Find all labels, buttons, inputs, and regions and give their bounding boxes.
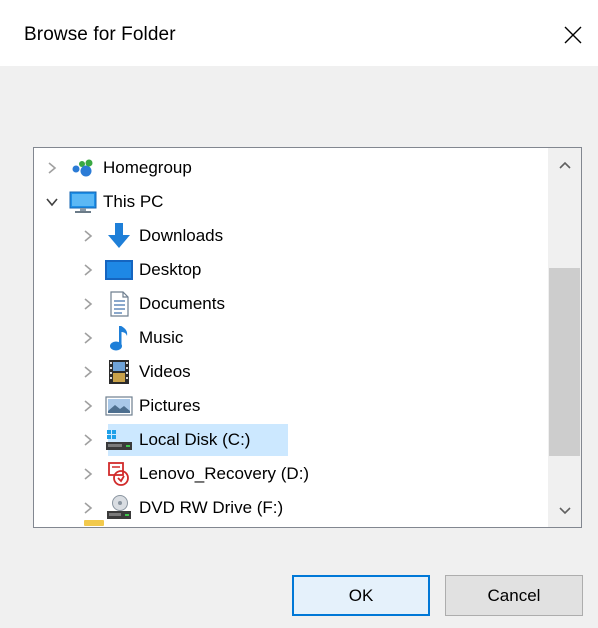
tree-item-label: This PC — [103, 192, 164, 211]
tree-item-downloads[interactable]: Downloads — [78, 220, 223, 252]
expand-arrow-icon[interactable] — [78, 362, 98, 382]
this-pc-icon — [68, 188, 98, 216]
tree-item-label: Lenovo_Recovery (D:) — [139, 464, 310, 483]
downloads-icon — [104, 222, 134, 250]
ok-button[interactable]: OK — [292, 575, 430, 616]
tree-item-music[interactable]: Music — [78, 322, 183, 354]
tree-item-desktop[interactable]: Desktop — [78, 254, 201, 286]
tree-item-dvd-rw-drive-f[interactable]: DVD RW Drive (F:) — [78, 492, 283, 524]
tree-item-local-disk-c[interactable]: Local Disk (C:) — [78, 424, 288, 456]
close-button[interactable] — [548, 10, 598, 60]
instruction-text — [34, 100, 564, 120]
vertical-scrollbar[interactable] — [548, 148, 581, 527]
tree-item-label: Desktop — [139, 260, 202, 279]
recovery-drive-icon — [104, 460, 134, 488]
tree-item-homegroup[interactable]: Homegroup — [42, 152, 192, 184]
desktop-icon — [104, 256, 134, 284]
tree-item-label: Pictures — [139, 396, 201, 415]
music-icon — [104, 324, 134, 352]
expand-arrow-icon[interactable] — [78, 260, 98, 280]
tree-item-label: Homegroup — [103, 158, 192, 177]
expand-arrow-icon[interactable] — [78, 396, 98, 416]
tree-item-videos[interactable]: Videos — [78, 356, 191, 388]
tree-item-label: Music — [139, 328, 184, 347]
tree-item-this-pc[interactable]: This PC — [42, 186, 163, 218]
expand-arrow-icon[interactable] — [78, 430, 98, 450]
tree-item-label: Downloads — [139, 226, 224, 245]
videos-icon — [104, 358, 134, 386]
chevron-up-icon — [558, 161, 571, 169]
tree-item-lenovo-recovery-d[interactable]: Lenovo_Recovery (D:) — [78, 458, 309, 490]
documents-icon — [104, 290, 134, 318]
tree-item-documents[interactable]: Documents — [78, 288, 225, 320]
expand-arrow-icon[interactable] — [78, 498, 98, 518]
homegroup-icon — [68, 154, 98, 182]
tree-item-label: DVD RW Drive (F:) — [139, 498, 284, 517]
local-disk-icon — [104, 426, 134, 454]
tree-item-label: Videos — [139, 362, 191, 381]
expand-arrow-icon[interactable] — [78, 294, 98, 314]
expand-arrow-icon[interactable] — [78, 328, 98, 348]
expand-arrow-icon[interactable] — [78, 226, 98, 246]
title-bar: Browse for Folder — [0, 0, 598, 66]
collapse-arrow-icon[interactable] — [42, 192, 62, 212]
tree-item-pictures[interactable]: Pictures — [78, 390, 200, 422]
scroll-down-button[interactable] — [548, 494, 581, 527]
dvd-drive-icon — [104, 494, 134, 522]
tree-item-label: Documents — [139, 294, 225, 313]
pictures-icon — [104, 392, 134, 420]
cancel-button[interactable]: Cancel — [445, 575, 583, 616]
scroll-up-button[interactable] — [548, 148, 581, 181]
scrollbar-thumb[interactable] — [549, 268, 580, 456]
folder-tree[interactable]: Homegroup This PC Downloads Desktop Docu… — [33, 147, 582, 528]
chevron-down-icon — [558, 506, 571, 514]
expand-arrow-icon[interactable] — [42, 158, 62, 178]
close-icon — [564, 26, 582, 44]
tree-item-label: Local Disk (C:) — [139, 430, 251, 449]
browse-for-folder-dialog: Browse for Folder Homegroup This PC Down… — [0, 0, 598, 628]
partially-visible-folder-icon — [84, 520, 104, 526]
expand-arrow-icon[interactable] — [78, 464, 98, 484]
dialog-title: Browse for Folder — [24, 24, 176, 45]
